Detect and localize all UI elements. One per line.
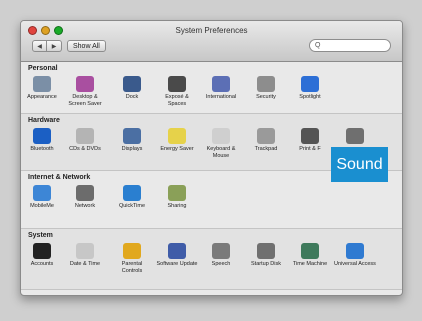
section-system: System Accounts Date & Time Parental Contro… — [21, 229, 402, 290]
startup-disk-icon — [257, 243, 275, 259]
network-icon — [76, 185, 94, 201]
pref-pane-keyboard[interactable]: Keyboard & Mouse — [200, 128, 242, 159]
pref-pane-label: Universal Access — [334, 261, 376, 267]
section-title: Personal — [28, 65, 58, 72]
pref-pane-label: Accounts — [30, 261, 54, 267]
pref-pane-label: Exposé & Spaces — [165, 94, 189, 107]
datetime-icon — [76, 243, 94, 259]
pref-pane-label: MobileMe — [30, 203, 54, 209]
pref-pane-label: Startup Disk — [251, 261, 281, 267]
pref-pane-speech[interactable]: Speech — [200, 243, 242, 268]
pref-pane-label: Software Update — [156, 261, 198, 267]
sound-icon — [346, 128, 364, 144]
international-icon — [212, 76, 230, 92]
sound-callout: Sound — [331, 147, 388, 182]
pref-pane-sound[interactable] — [334, 128, 376, 146]
pref-pane-label: Parental Controls — [121, 261, 143, 274]
pref-pane-label: Spotlight — [299, 94, 321, 100]
pref-pane-label: Dock — [125, 94, 139, 100]
time-machine-icon — [301, 243, 319, 259]
pref-pane-label: Trackpad — [254, 146, 278, 152]
pref-pane-print[interactable]: Print & F — [289, 128, 331, 153]
search-field[interactable]: Q — [309, 39, 391, 52]
expose-icon — [168, 76, 186, 92]
pref-pane-datetime[interactable]: Date & Time — [64, 243, 106, 268]
speech-icon — [212, 243, 230, 259]
parental-icon — [123, 243, 141, 259]
pref-pane-bluetooth[interactable]: Bluetooth — [21, 128, 63, 153]
bluetooth-icon — [33, 128, 51, 144]
pref-pane-software-update[interactable]: Software Update — [156, 243, 198, 268]
pref-pane-parental[interactable]: Parental Controls — [111, 243, 153, 274]
toolbar: System Preferences ◀ ▶ Show All Q — [21, 21, 402, 62]
pref-pane-label: Displays — [121, 146, 143, 152]
quicktime-icon — [123, 185, 141, 201]
energy-icon — [168, 128, 186, 144]
security-icon — [257, 76, 275, 92]
displays-icon — [123, 128, 141, 144]
pref-pane-label: Speech — [211, 261, 231, 267]
pref-pane-label: Desktop & Screen Saver — [68, 94, 102, 107]
pref-pane-label: Bluetooth — [30, 146, 54, 152]
pref-pane-label: Security — [256, 94, 276, 100]
pref-pane-label: Keyboard & Mouse — [206, 146, 236, 159]
pref-pane-label: QuickTime — [118, 203, 146, 209]
pref-pane-label: CDs & DVDs — [69, 146, 101, 152]
cd-icon — [76, 128, 94, 144]
pref-pane-cd[interactable]: CDs & DVDs — [64, 128, 106, 153]
forward-button[interactable]: ▶ — [47, 40, 62, 52]
pref-pane-network[interactable]: Network — [64, 185, 106, 210]
pref-pane-label: Print & F — [299, 146, 321, 152]
section-title: System — [28, 232, 53, 239]
section-title: Hardware — [28, 117, 60, 124]
pref-pane-label: Appearance — [27, 94, 57, 100]
pref-pane-label: Network — [74, 203, 96, 209]
desktop-icon — [76, 76, 94, 92]
trackpad-icon — [257, 128, 275, 144]
pref-pane-sharing[interactable]: Sharing — [156, 185, 198, 210]
back-button[interactable]: ◀ — [32, 40, 47, 52]
pref-pane-trackpad[interactable]: Trackpad — [245, 128, 287, 153]
pref-pane-security[interactable]: Security — [245, 76, 287, 101]
pref-pane-startup-disk[interactable]: Startup Disk — [245, 243, 287, 268]
history-nav: ◀ ▶ — [32, 40, 62, 52]
dock-icon — [123, 76, 141, 92]
window-title: System Preferences — [175, 26, 248, 35]
pref-pane-energy[interactable]: Energy Saver — [156, 128, 198, 153]
spotlight-icon — [301, 76, 319, 92]
universal-access-icon — [346, 243, 364, 259]
pref-pane-label: Time Machine — [292, 261, 328, 267]
section-title: Internet & Network — [28, 174, 91, 181]
pref-pane-label: Sharing — [167, 203, 187, 209]
pref-pane-desktop[interactable]: Desktop & Screen Saver — [64, 76, 106, 107]
pref-pane-appearance[interactable]: Appearance — [21, 76, 63, 101]
pref-pane-dock[interactable]: Dock — [111, 76, 153, 101]
pref-pane-time-machine[interactable]: Time Machine — [289, 243, 331, 268]
pref-pane-label: Date & Time — [69, 261, 101, 267]
pref-pane-quicktime[interactable]: QuickTime — [111, 185, 153, 210]
pref-pane-label: Energy Saver — [160, 146, 194, 152]
keyboard-icon — [212, 128, 230, 144]
accounts-icon — [33, 243, 51, 259]
sharing-icon — [168, 185, 186, 201]
software-update-icon — [168, 243, 186, 259]
appearance-icon — [33, 76, 51, 92]
pref-pane-spotlight[interactable]: Spotlight — [289, 76, 331, 101]
pref-pane-displays[interactable]: Displays — [111, 128, 153, 153]
pref-pane-universal-access[interactable]: Universal Access — [334, 243, 376, 268]
mobileme-icon — [33, 185, 51, 201]
pref-pane-international[interactable]: International — [200, 76, 242, 101]
pref-pane-accounts[interactable]: Accounts — [21, 243, 63, 268]
pref-pane-expose[interactable]: Exposé & Spaces — [156, 76, 198, 107]
print-icon — [301, 128, 319, 144]
pref-pane-mobileme[interactable]: MobileMe — [21, 185, 63, 210]
pref-pane-label: International — [205, 94, 237, 100]
search-icon: Q — [315, 42, 321, 49]
show-all-button[interactable]: Show All — [67, 40, 106, 52]
section-personal: Personal Appearance Desktop & Screen Saver… — [21, 62, 402, 114]
